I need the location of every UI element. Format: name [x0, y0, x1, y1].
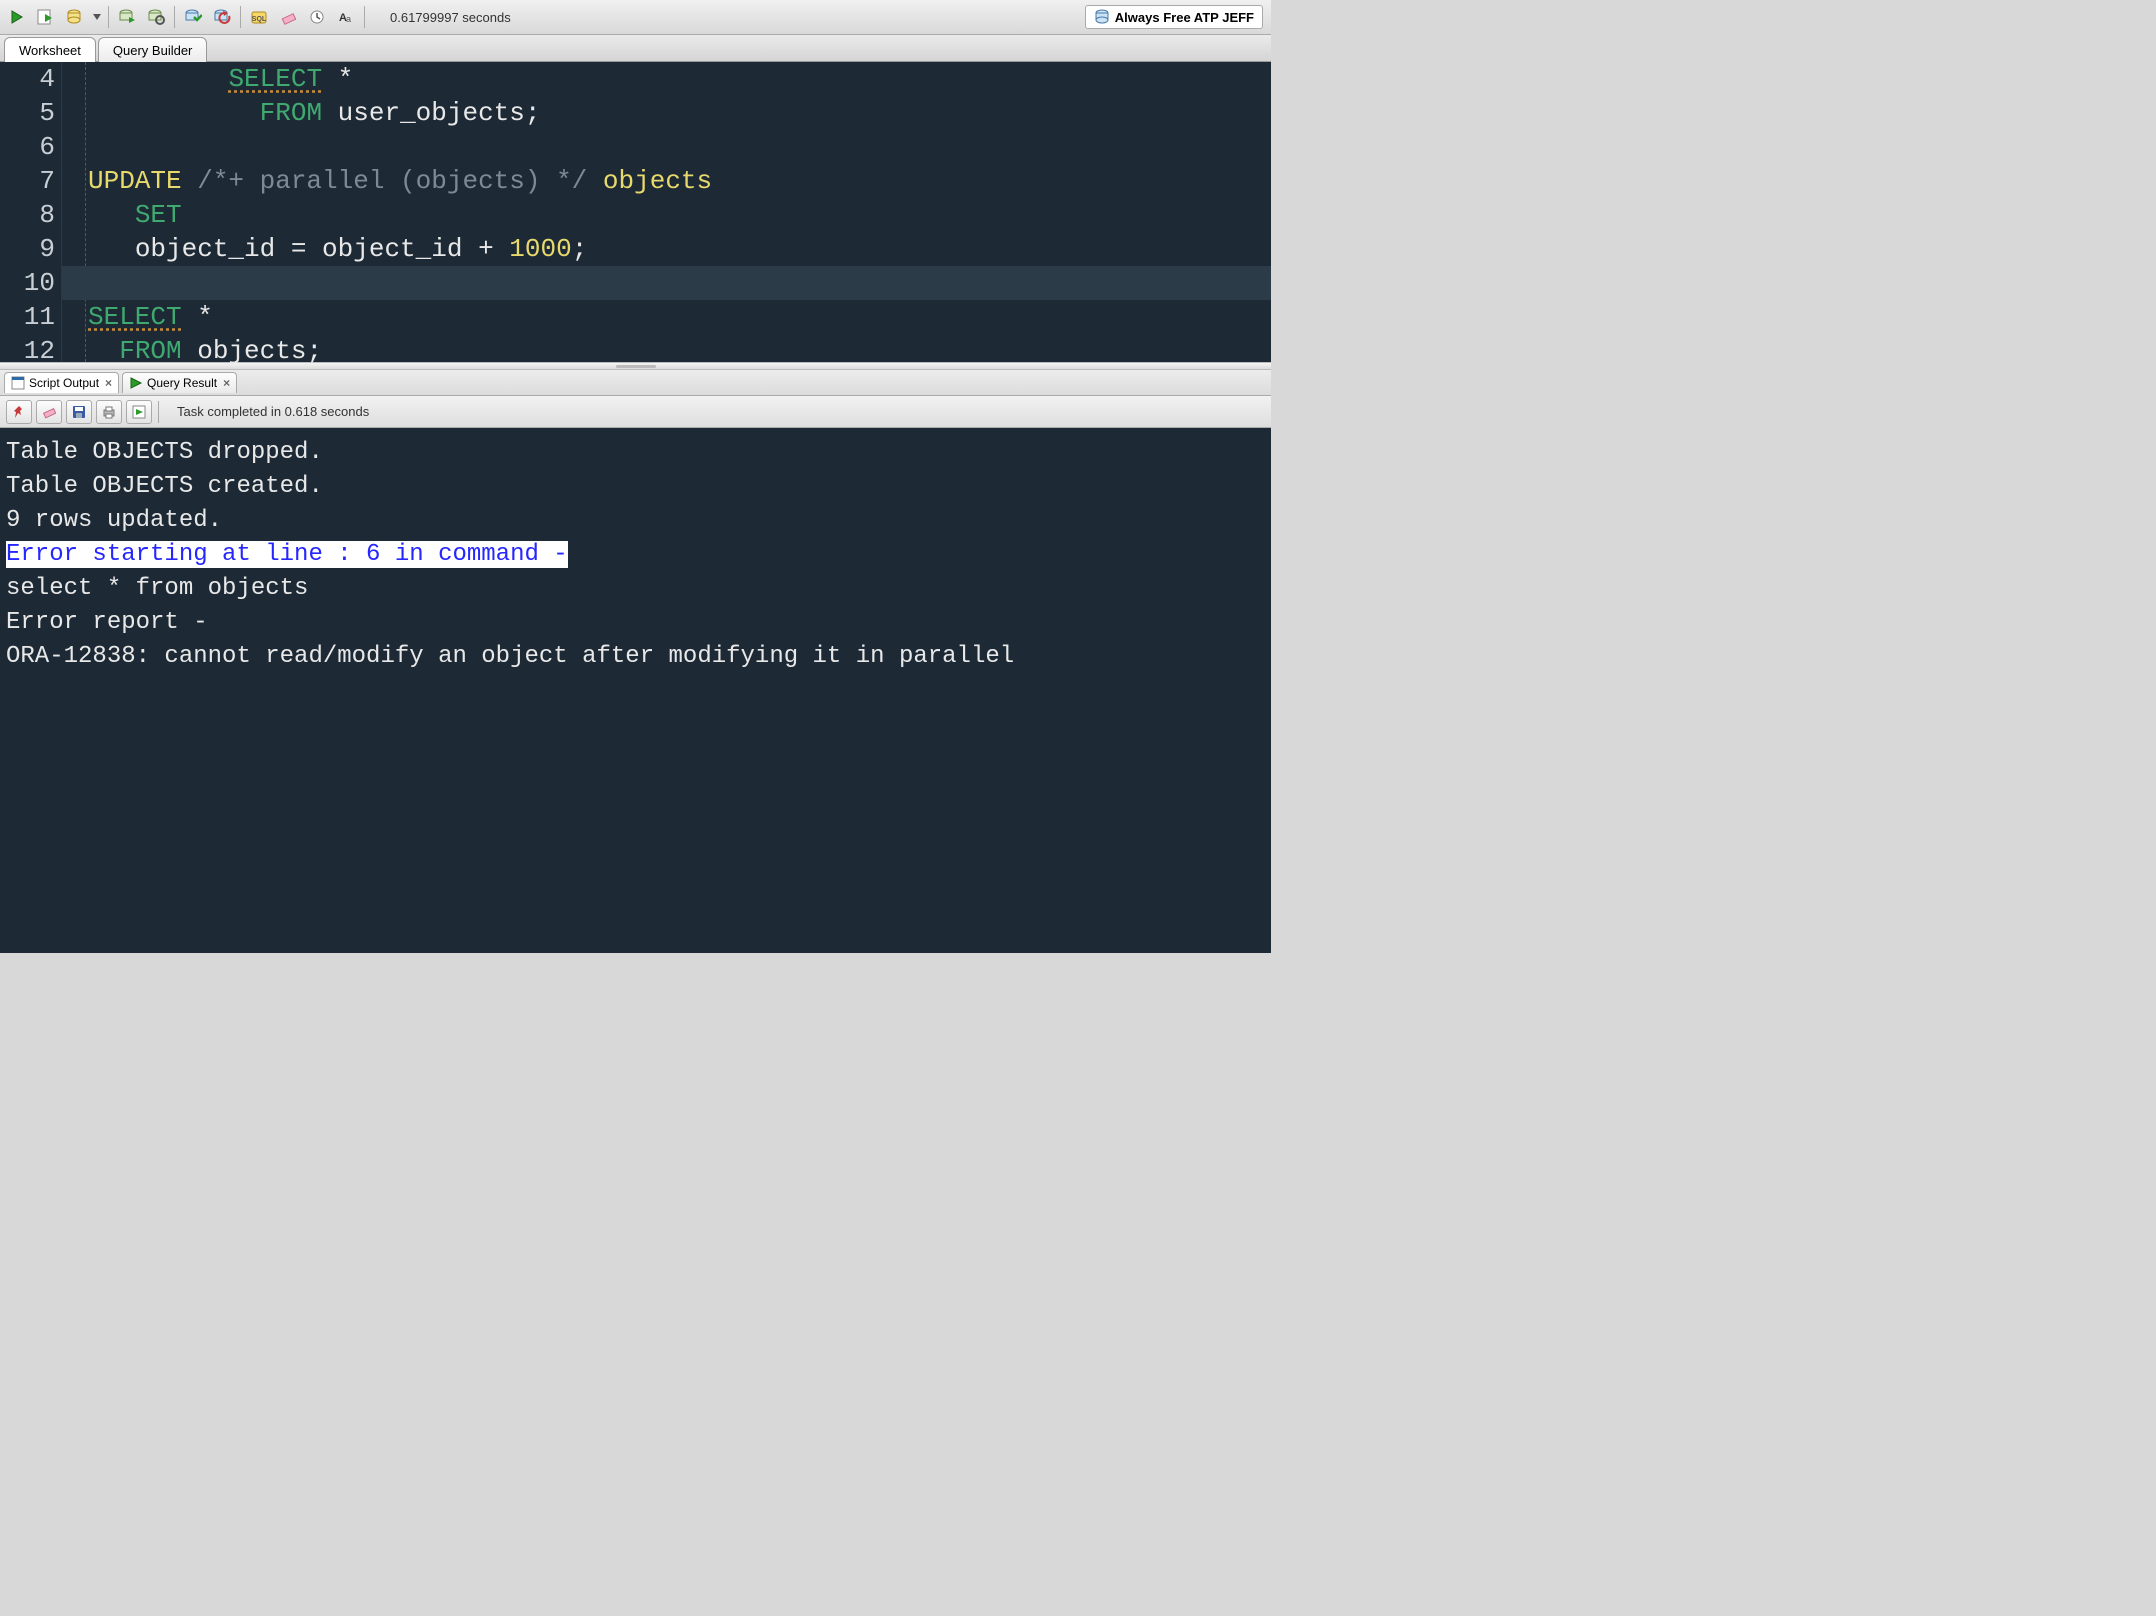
pin-button[interactable] [6, 400, 32, 424]
line-number-gutter: 456789101112 [0, 62, 62, 362]
clear-output-button[interactable] [36, 400, 62, 424]
close-icon[interactable]: × [105, 376, 112, 390]
execution-time-label: 0.61799997 seconds [390, 10, 511, 25]
print-button[interactable] [96, 400, 122, 424]
query-result-icon [129, 376, 143, 390]
save-output-button[interactable] [66, 400, 92, 424]
sql-editor[interactable]: 456789101112 SELECT * FROM user_objects;… [0, 62, 1271, 362]
script-output-label: Script Output [29, 376, 99, 390]
tab-query-builder[interactable]: Query Builder [98, 37, 207, 62]
tab-query-result[interactable]: Query Result × [122, 372, 237, 393]
script-output-icon [11, 376, 25, 390]
sql-tuning-button[interactable] [143, 4, 169, 30]
code-area[interactable]: SELECT * FROM user_objects;UPDATE /*+ pa… [62, 62, 1271, 362]
autotrace-button[interactable] [114, 4, 140, 30]
tab-worksheet[interactable]: Worksheet [4, 37, 96, 62]
result-tab-bar: Script Output × Query Result × [0, 370, 1271, 396]
svg-text:a: a [346, 14, 351, 24]
result-toolbar: Task completed in 0.618 seconds [0, 396, 1271, 428]
run-script-button[interactable] [33, 4, 59, 30]
sql-history-button[interactable] [304, 4, 330, 30]
unshared-worksheet-button[interactable]: SQL [246, 4, 272, 30]
script-output-console[interactable]: Table OBJECTS dropped.Table OBJECTS crea… [0, 428, 1271, 953]
worksheet-toolbar: SQL Aa 0.61799997 seconds Always Free AT… [0, 0, 1271, 35]
connection-indicator[interactable]: Always Free ATP JEFF [1085, 5, 1263, 29]
clear-button[interactable] [275, 4, 301, 30]
task-completed-label: Task completed in 0.618 seconds [177, 404, 369, 419]
run-statement-button[interactable] [4, 4, 30, 30]
explain-plan-button[interactable] [62, 4, 88, 30]
case-toggle-button[interactable]: Aa [333, 4, 359, 30]
dropdown-icon[interactable] [91, 4, 103, 30]
sheet-tab-bar: Worksheet Query Builder [0, 35, 1271, 62]
connection-name: Always Free ATP JEFF [1115, 10, 1254, 25]
commit-button[interactable] [180, 4, 206, 30]
rollback-button[interactable] [209, 4, 235, 30]
database-icon [1094, 9, 1110, 25]
tab-script-output[interactable]: Script Output × [4, 372, 119, 393]
query-result-label: Query Result [147, 376, 217, 390]
error-highlight: Error starting at line : 6 in command - [6, 541, 568, 568]
fetch-button[interactable] [126, 400, 152, 424]
svg-text:SQL: SQL [252, 16, 267, 23]
close-icon[interactable]: × [223, 376, 230, 390]
